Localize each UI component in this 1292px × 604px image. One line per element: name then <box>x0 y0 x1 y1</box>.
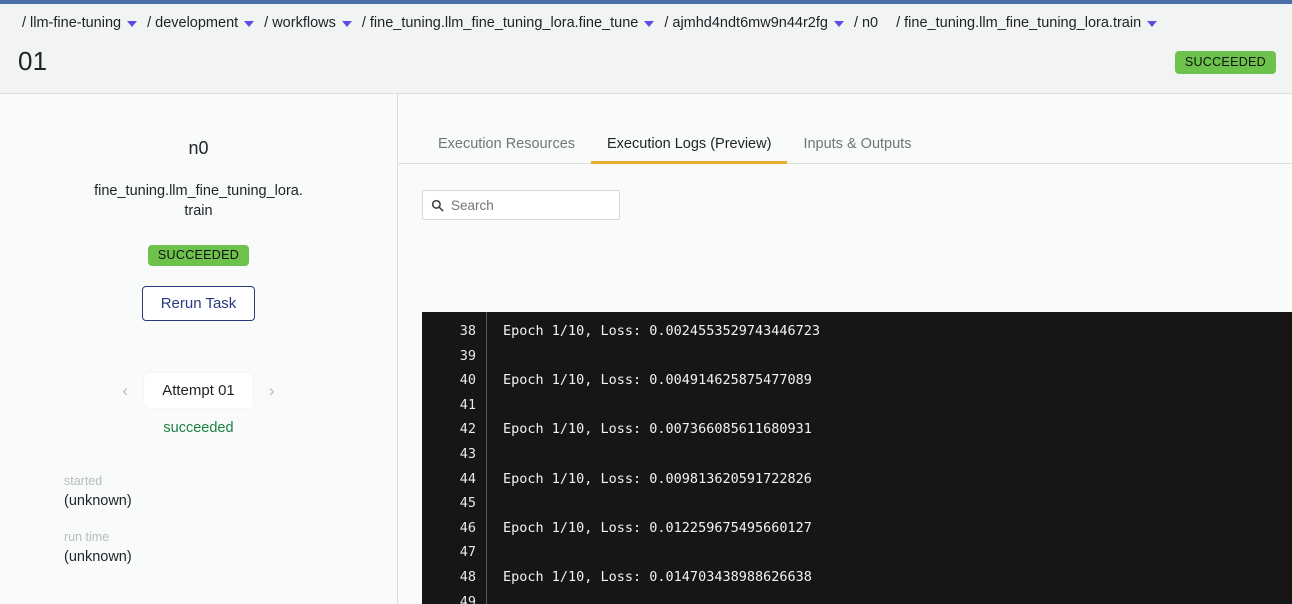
breadcrumb-separator: / <box>358 15 370 31</box>
log-line-content <box>503 491 1270 516</box>
main-panel: Execution ResourcesExecution Logs (Previ… <box>398 94 1292 604</box>
log-line-content: Epoch 1/10, Loss: 0.0024553529743446723 <box>503 319 1270 344</box>
breadcrumb-label: workflows <box>272 15 336 31</box>
node-id: n0 <box>0 138 397 159</box>
log-line-content <box>503 344 1270 369</box>
search-icon <box>431 199 444 212</box>
log-line-content: Epoch 1/10, Loss: 0.007366085611680931 <box>503 417 1270 442</box>
log-line-content <box>503 540 1270 565</box>
content-split: n0 fine_tuning.llm_fine_tuning_lora.trai… <box>0 93 1292 604</box>
attempt-meta: started (unknown) run time (unknown) <box>0 474 397 565</box>
page-header: /llm-fine-tuning/development/workflows/f… <box>0 4 1292 93</box>
sidebar-status-badge: SUCCEEDED <box>148 245 249 266</box>
meta-label-started: started <box>64 474 397 488</box>
log-line-content <box>503 590 1270 604</box>
breadcrumb-item-3[interactable]: /fine_tuning.llm_fine_tuning_lora.fine_t… <box>358 15 654 31</box>
log-line-number: 46 <box>422 516 486 541</box>
breadcrumb-separator: / <box>260 15 272 31</box>
log-line-number: 38 <box>422 319 486 344</box>
log-line-number: 47 <box>422 540 486 565</box>
chevron-down-icon[interactable] <box>1147 21 1157 27</box>
log-line-number: 49 <box>422 590 486 604</box>
log-line-content: Epoch 1/10, Loss: 0.004914625875477089 <box>503 368 1270 393</box>
page-title: 01 <box>18 46 47 77</box>
log-lines: Epoch 1/10, Loss: 0.0024553529743446723 E… <box>487 312 1270 604</box>
breadcrumb-item-4[interactable]: /ajmhd4ndt6mw9n44r2fg <box>660 15 844 31</box>
attempt-label[interactable]: Attempt 01 <box>144 373 253 408</box>
breadcrumb-label: fine_tuning.llm_fine_tuning_lora.train <box>904 15 1141 31</box>
attempt-status: succeeded <box>0 420 397 436</box>
breadcrumb-label: fine_tuning.llm_fine_tuning_lora.fine_tu… <box>370 15 638 31</box>
log-line-number: 41 <box>422 393 486 418</box>
search-input[interactable] <box>451 198 611 213</box>
tab-execution-logs-preview[interactable]: Execution Logs (Preview) <box>591 136 787 163</box>
chevron-down-icon[interactable] <box>127 21 137 27</box>
breadcrumb-label: llm-fine-tuning <box>30 15 121 31</box>
meta-label-run-time: run time <box>64 530 397 544</box>
search-area <box>398 164 1292 220</box>
log-line-content <box>503 442 1270 467</box>
breadcrumb-label: ajmhd4ndt6mw9n44r2fg <box>672 15 828 31</box>
log-line-number: 42 <box>422 417 486 442</box>
log-line-content: Epoch 1/10, Loss: 0.014703438988626638 <box>503 565 1270 590</box>
log-line-number: 43 <box>422 442 486 467</box>
search-box[interactable] <box>422 190 620 220</box>
chevron-right-icon[interactable]: › <box>261 380 283 402</box>
log-line-number-gutter: 383940414243444546474849505152 <box>422 312 487 604</box>
log-line-number: 44 <box>422 467 486 492</box>
chevron-left-icon[interactable]: ‹ <box>114 380 136 402</box>
breadcrumb-separator: / <box>660 15 672 31</box>
log-line-content <box>503 393 1270 418</box>
breadcrumb-item-0[interactable]: /llm-fine-tuning <box>18 15 137 31</box>
breadcrumb-label: n0 <box>862 15 878 31</box>
rerun-task-button[interactable]: Rerun Task <box>142 286 256 321</box>
breadcrumb-separator: / <box>18 15 30 31</box>
tab-bar: Execution ResourcesExecution Logs (Previ… <box>398 109 1292 164</box>
breadcrumb-label: development <box>155 15 238 31</box>
log-line-content: Epoch 1/10, Loss: 0.009813620591722826 <box>503 467 1270 492</box>
log-viewer[interactable]: 383940414243444546474849505152 Epoch 1/1… <box>422 312 1270 604</box>
breadcrumb-separator: / <box>143 15 155 31</box>
tab-inputs-outputs[interactable]: Inputs & Outputs <box>787 136 927 163</box>
chevron-down-icon[interactable] <box>644 21 654 27</box>
breadcrumb-item-1[interactable]: /development <box>143 15 254 31</box>
chevron-down-icon[interactable] <box>834 21 844 27</box>
log-line-number: 40 <box>422 368 486 393</box>
meta-value-started: (unknown) <box>64 493 397 509</box>
task-sidebar: n0 fine_tuning.llm_fine_tuning_lora.trai… <box>0 94 398 604</box>
log-line-number: 39 <box>422 344 486 369</box>
status-badge: SUCCEEDED <box>1175 51 1276 74</box>
log-line-number: 48 <box>422 565 486 590</box>
breadcrumb-item-5[interactable]: /n0 <box>850 15 878 31</box>
breadcrumb-separator: / <box>850 15 862 31</box>
tab-execution-resources[interactable]: Execution Resources <box>422 136 591 163</box>
chevron-down-icon[interactable] <box>342 21 352 27</box>
breadcrumb-item-6[interactable]: /fine_tuning.llm_fine_tuning_lora.train <box>892 15 1157 31</box>
attempt-selector: ‹ Attempt 01 › <box>0 373 397 408</box>
chevron-down-icon[interactable] <box>244 21 254 27</box>
log-line-number: 45 <box>422 491 486 516</box>
node-name: fine_tuning.llm_fine_tuning_lora.train <box>94 181 304 221</box>
breadcrumb-item-2[interactable]: /workflows <box>260 15 352 31</box>
breadcrumb-separator: / <box>892 15 904 31</box>
log-line-content: Epoch 1/10, Loss: 0.012259675495660127 <box>503 516 1270 541</box>
breadcrumb: /llm-fine-tuning/development/workflows/f… <box>0 4 1292 30</box>
meta-value-run-time: (unknown) <box>64 549 397 565</box>
